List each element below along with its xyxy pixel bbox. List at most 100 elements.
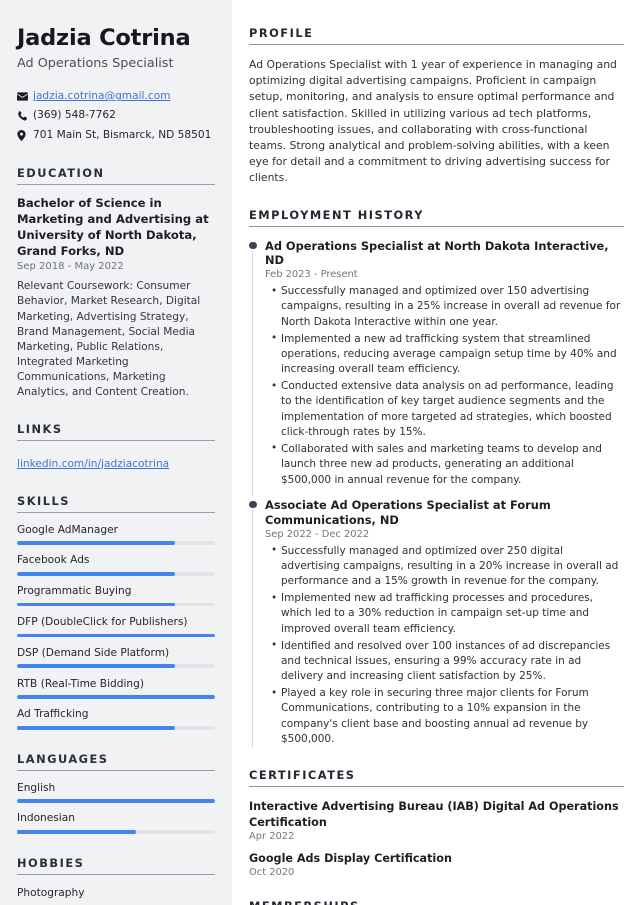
section-title-languages: LANGUAGES [17, 751, 109, 766]
employment-entry: Ad Operations Specialist at North Dakota… [249, 238, 624, 496]
section-rule [17, 873, 215, 875]
employment-bullets: Successfully managed and optimized over … [265, 543, 624, 748]
skill-item: Facebook Ads [17, 554, 215, 576]
section-title-hobbies: HOBBIES [17, 855, 85, 870]
section-profile: PROFILE Ad Operations Specialist with 1 … [249, 26, 624, 187]
language-level-track [17, 799, 215, 803]
education-degree: Bachelor of Science in Marketing and Adv… [17, 196, 209, 258]
section-title-links: LINKS [17, 421, 63, 436]
location-pin-icon [17, 129, 33, 142]
certificates-list: Interactive Advertising Bureau (IAB) Dig… [249, 799, 624, 878]
section-languages: LANGUAGES English Indonesian [17, 752, 215, 834]
skill-item: Ad Trafficking [17, 708, 215, 730]
employment-bullet: Successfully managed and optimized over … [271, 543, 624, 590]
languages-list: English Indonesian [17, 782, 215, 834]
certificate-name: Interactive Advertising Bureau (IAB) Dig… [249, 800, 619, 829]
language-label: English [17, 781, 56, 794]
section-title-skills: SKILLS [17, 493, 70, 508]
language-item: Indonesian [17, 812, 215, 834]
employment-timeline: Ad Operations Specialist at North Dakota… [249, 239, 624, 748]
skill-label: Programmatic Buying [17, 585, 132, 598]
contact-email[interactable]: jadzia.cotrina@gmail.com [17, 90, 215, 104]
section-rule [17, 184, 215, 186]
hobby-item: Photography [17, 886, 85, 899]
section-rule [17, 439, 215, 441]
education-date: Sep 2018 - May 2022 [17, 261, 124, 273]
section-certificates: CERTIFICATES Interactive Advertising Bur… [249, 768, 624, 878]
certificate-date: Oct 2020 [249, 867, 295, 879]
skill-level-track [17, 602, 215, 607]
phone-icon [17, 110, 33, 123]
skill-level-track [17, 726, 215, 730]
section-title-profile: PROFILE [249, 26, 314, 40]
section-employment-history: EMPLOYMENT HISTORY Ad Operations Special… [249, 208, 624, 748]
employment-entry: Associate Ad Operations Specialist at Fo… [249, 497, 624, 748]
employment-bullet: Conducted extensive data analysis on ad … [271, 379, 624, 440]
certificate-date: Apr 2022 [249, 830, 295, 842]
certificate-item: Google Ads Display Certification Oct 2020 [249, 851, 624, 878]
skill-level-fill [17, 726, 176, 730]
resume-page: Jadzia Cotrina Ad Operations Specialist … [0, 0, 640, 905]
contact-email-text[interactable]: jadzia.cotrina@gmail.com [33, 90, 171, 104]
skill-label: Facebook Ads [17, 554, 90, 567]
section-title-employment: EMPLOYMENT HISTORY [249, 207, 425, 222]
candidate-name: Jadzia Cotrina [17, 25, 191, 51]
certificate-item: Interactive Advertising Bureau (IAB) Dig… [249, 799, 624, 841]
skill-level-fill [17, 633, 215, 638]
timeline-line [252, 509, 254, 748]
skill-label: Ad Trafficking [17, 708, 89, 721]
employment-bullets: Successfully managed and optimized over … [265, 284, 624, 488]
certificate-name: Google Ads Display Certification [249, 851, 452, 865]
contact-address: 701 Main St, Bismarck, ND 58501 [17, 129, 215, 143]
skill-level-fill [17, 695, 215, 699]
employment-bullet: Played a key role in securing three majo… [271, 686, 624, 747]
skill-level-track [17, 541, 215, 545]
skill-label: DSP (Demand Side Platform) [17, 646, 170, 659]
skill-item: DSP (Demand Side Platform) [17, 646, 215, 669]
skill-level-fill [17, 572, 176, 576]
employment-bullet: Collaborated with sales and marketing te… [271, 441, 624, 488]
section-title-education: EDUCATION [17, 166, 105, 181]
section-rule [249, 225, 624, 227]
skills-list: Google AdManager Facebook Ads Programmatic… [17, 524, 215, 730]
sidebar: Jadzia Cotrina Ad Operations Specialist … [0, 0, 232, 905]
section-memberships: MEMBERSHIPS Interactive Advertising Bure… [249, 899, 624, 905]
skill-label: RTB (Real-Time Bidding) [17, 677, 144, 690]
skill-item: DFP (DoubleClick for Publishers) [17, 615, 215, 638]
employment-bullet: Identified and resolved over 100 instanc… [271, 638, 624, 685]
employment-date: Feb 2023 - Present [265, 269, 358, 281]
section-skills: SKILLS Google AdManager Facebook Ads Progr… [17, 494, 215, 730]
employment-title: Ad Operations Specialist at North Dakota… [265, 238, 609, 268]
skill-label: Google AdManager [17, 523, 118, 536]
section-rule [249, 44, 624, 45]
timeline-line [252, 250, 254, 496]
skill-level-fill [17, 602, 176, 607]
section-rule [249, 786, 624, 788]
skill-item: Google AdManager [17, 524, 215, 545]
main-content: PROFILE Ad Operations Specialist with 1 … [232, 0, 640, 905]
language-level-track [17, 830, 215, 834]
skill-level-track [17, 572, 215, 576]
language-item: English [17, 782, 215, 803]
timeline-dot-icon [249, 500, 257, 509]
timeline-dot-icon [249, 241, 257, 249]
language-level-fill [17, 799, 215, 803]
skill-level-track [17, 664, 215, 669]
skill-label: DFP (DoubleClick for Publishers) [17, 615, 188, 628]
contact-phone-text: (369) 548-7762 [33, 109, 116, 122]
link-linkedin[interactable]: linkedin.com/in/jadziacotrina [17, 458, 169, 470]
profile-text: Ad Operations Specialist with 1 year of … [249, 58, 617, 185]
employment-date: Sep 2022 - Dec 2022 [265, 528, 370, 540]
employment-title: Associate Ad Operations Specialist at Fo… [265, 497, 551, 527]
contact-address-text: 701 Main St, Bismarck, ND 58501 [33, 128, 212, 141]
education-description: Relevant Coursework: Consumer Behavior, … [17, 280, 201, 398]
envelope-icon [17, 90, 33, 103]
employment-bullet: Implemented new ad trafficking processes… [271, 591, 624, 637]
skill-item: Programmatic Buying [17, 585, 215, 607]
section-title-memberships: MEMBERSHIPS [249, 899, 624, 905]
section-rule [17, 511, 215, 513]
section-hobbies: HOBBIES Photography [17, 856, 215, 901]
section-title-certificates: CERTIFICATES [249, 768, 356, 783]
skill-level-track [17, 695, 215, 699]
skill-item: RTB (Real-Time Bidding) [17, 678, 215, 699]
